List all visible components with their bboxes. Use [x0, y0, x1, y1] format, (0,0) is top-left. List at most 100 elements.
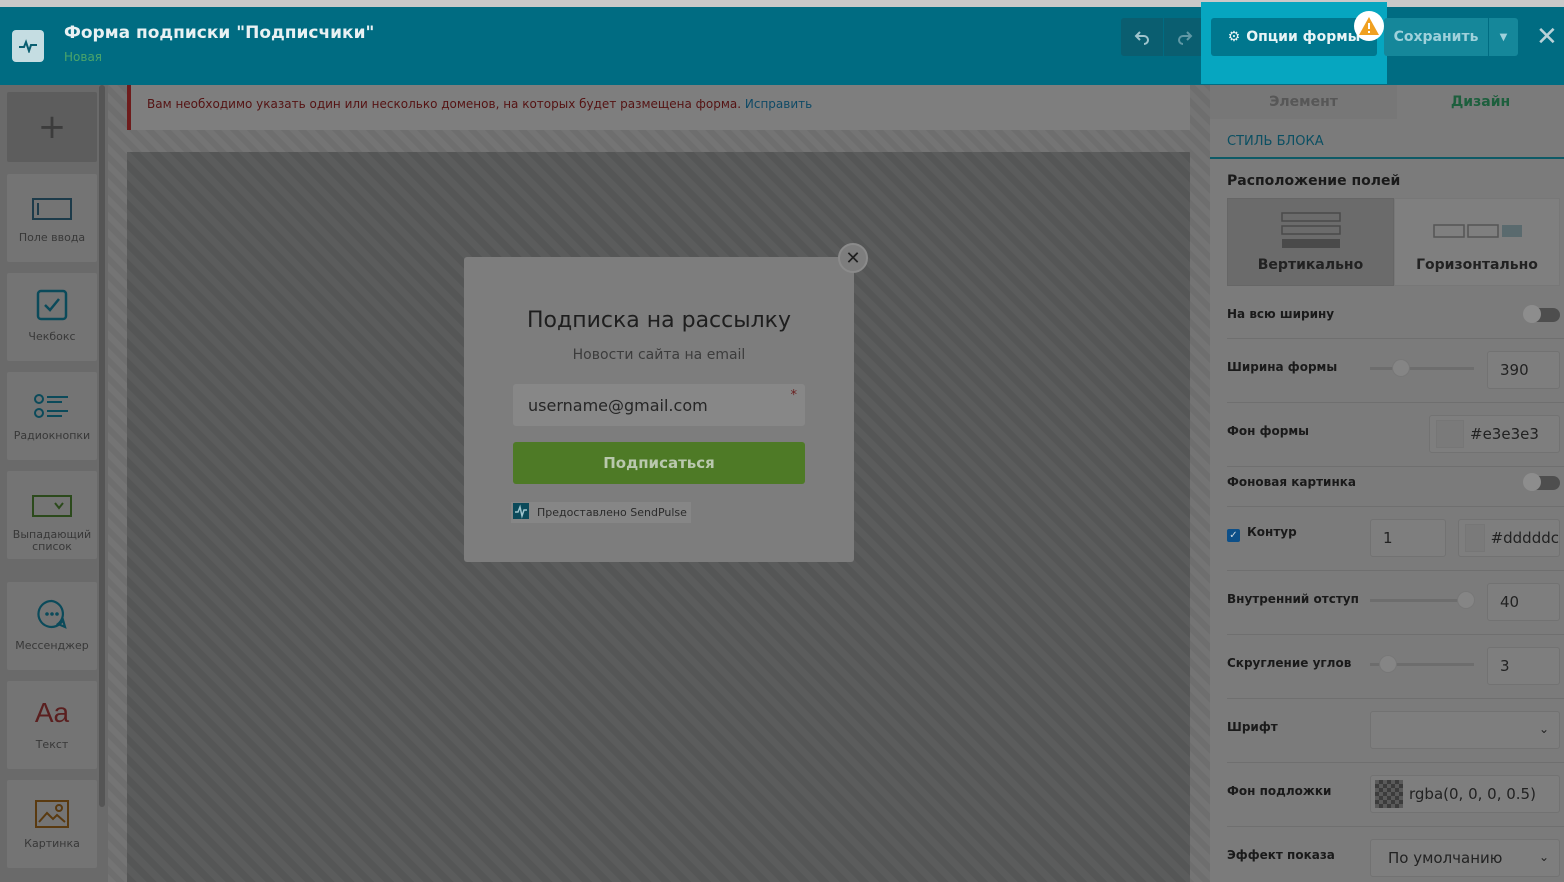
input-field-icon: [32, 174, 72, 222]
divider: [1227, 698, 1564, 699]
effect-select[interactable]: По умолчанию ⌄: [1370, 839, 1560, 877]
divider: [1227, 634, 1564, 635]
overlay-color-input[interactable]: rgba(0, 0, 0, 0.5): [1370, 775, 1560, 813]
bg-image-toggle[interactable]: [1523, 473, 1560, 491]
popup-title[interactable]: Подписка на рассылку: [464, 308, 854, 333]
font-select[interactable]: ⌄: [1370, 711, 1560, 749]
border-width-input[interactable]: 1: [1370, 519, 1446, 557]
caret-down-icon: ▼: [1499, 31, 1508, 43]
slider-knob[interactable]: [1379, 655, 1397, 673]
popup-close-icon[interactable]: ✕: [838, 243, 868, 273]
form-options-label: Опции формы: [1246, 29, 1361, 45]
section-underline: [1210, 157, 1564, 159]
form-title: Форма подписки "Подписчики": [64, 23, 375, 43]
tool-text[interactable]: Aa Текст: [7, 681, 97, 769]
padding-slider[interactable]: [1370, 591, 1475, 609]
tool-checkbox[interactable]: Чекбокс: [7, 273, 97, 361]
bg-image-label: Фоновая картинка: [1227, 475, 1356, 489]
notice-fix-link[interactable]: Исправить: [745, 97, 812, 111]
layout-horizontal-label: Горизонтально: [1416, 257, 1538, 273]
tool-dropdown[interactable]: Выпадающий список: [7, 471, 97, 559]
border-checkbox[interactable]: ✓: [1227, 529, 1240, 542]
vertical-layout-icon: [1281, 212, 1341, 248]
branding-label: Предоставлено SendPulse: [537, 506, 687, 519]
radius-input[interactable]: 3: [1487, 647, 1560, 685]
padding-label: Внутренний отступ: [1227, 592, 1359, 606]
chevron-down-icon: ⌄: [1538, 850, 1549, 864]
tool-messenger[interactable]: Мессенджер: [7, 582, 97, 670]
save-dropdown-button[interactable]: ▼: [1489, 18, 1518, 56]
font-label: Шрифт: [1227, 720, 1278, 734]
undo-icon: [1134, 31, 1149, 45]
sendpulse-logo-icon: [12, 30, 44, 62]
add-element-button[interactable]: +: [7, 92, 97, 162]
tab-design[interactable]: Дизайн: [1397, 85, 1564, 119]
radio-icon: [34, 372, 70, 420]
slider-knob[interactable]: [1457, 591, 1475, 609]
popup-subtitle[interactable]: Новости сайта на email: [464, 347, 854, 363]
divider: [1227, 466, 1564, 467]
overlay-value: rgba(0, 0, 0, 0.5): [1409, 785, 1536, 803]
tool-image[interactable]: Картинка: [7, 780, 97, 868]
popup-email-input[interactable]: username@gmail.com *: [513, 384, 805, 426]
text-icon: Aa: [34, 697, 70, 728]
tool-radio[interactable]: Радиокнопки: [7, 372, 97, 460]
email-value: username@gmail.com: [528, 396, 708, 415]
tool-label: Текст: [35, 738, 69, 751]
radius-label: Скругление углов: [1227, 656, 1352, 670]
popup-subscribe-button[interactable]: Подписаться: [513, 442, 805, 484]
overlay-label: Фон подложки: [1227, 784, 1332, 798]
effect-label: Эффект показа: [1227, 848, 1335, 862]
save-button[interactable]: Сохранить: [1384, 18, 1488, 56]
tool-input-field[interactable]: Поле ввода: [7, 174, 97, 262]
tool-label: Выпадающий список: [12, 528, 92, 553]
slider-knob[interactable]: [1392, 359, 1410, 377]
notice-text: Вам необходимо указать один или нескольк…: [147, 97, 742, 111]
required-mark: *: [790, 388, 798, 403]
tool-label: Поле ввода: [18, 231, 86, 244]
divider: [1227, 570, 1564, 571]
sendpulse-branding[interactable]: Предоставлено SendPulse: [511, 502, 691, 523]
color-swatch[interactable]: [1465, 524, 1485, 552]
form-bg-color-input[interactable]: #e3e3e3: [1429, 415, 1560, 453]
tab-element[interactable]: Элемент: [1210, 85, 1397, 119]
form-width-label: Ширина формы: [1227, 360, 1338, 374]
padding-input[interactable]: 40: [1487, 583, 1560, 621]
tool-label: Чекбокс: [28, 330, 76, 343]
layout-horizontal-option[interactable]: Горизонтально: [1394, 198, 1560, 286]
form-width-input[interactable]: 390: [1487, 351, 1560, 389]
divider: [1227, 506, 1564, 507]
sendpulse-mini-icon: [513, 503, 529, 522]
radius-slider[interactable]: [1370, 655, 1474, 673]
chevron-down-icon: ⌄: [1538, 722, 1549, 736]
divider: [1227, 338, 1564, 339]
close-editor-icon[interactable]: ✕: [1536, 24, 1558, 50]
layout-vertical-option[interactable]: Вертикально: [1227, 198, 1394, 286]
messenger-icon: [36, 582, 68, 630]
form-width-slider[interactable]: [1370, 359, 1474, 377]
toolbar-scrollbar[interactable]: [99, 85, 105, 807]
full-width-label: На всю ширину: [1227, 307, 1335, 321]
border-color-value: #dddddc: [1490, 529, 1559, 547]
layout-title: Расположение полей: [1227, 173, 1401, 189]
divider: [1227, 826, 1564, 827]
dropdown-icon: [32, 471, 72, 519]
form-options-button[interactable]: ⚙ Опции формы: [1211, 18, 1377, 56]
domain-warning-notice: Вам необходимо указать один или нескольк…: [127, 85, 1190, 130]
color-swatch[interactable]: [1436, 420, 1464, 448]
redo-button[interactable]: [1164, 18, 1206, 56]
gear-icon: ⚙: [1227, 29, 1241, 45]
image-icon: [35, 780, 69, 828]
form-bg-label: Фон формы: [1227, 424, 1310, 438]
divider: [1227, 762, 1564, 763]
warning-icon[interactable]: [1354, 11, 1384, 41]
undo-button[interactable]: [1121, 18, 1163, 56]
tool-label: Радиокнопки: [13, 429, 91, 442]
border-color-input[interactable]: #dddddc: [1458, 519, 1560, 557]
full-width-toggle[interactable]: [1523, 305, 1560, 323]
effect-value: По умолчанию: [1388, 849, 1503, 867]
horizontal-layout-icon: [1433, 224, 1522, 238]
transparency-swatch[interactable]: [1375, 780, 1403, 808]
divider: [1227, 402, 1564, 403]
section-title[interactable]: СТИЛЬ БЛОКА: [1227, 134, 1324, 149]
